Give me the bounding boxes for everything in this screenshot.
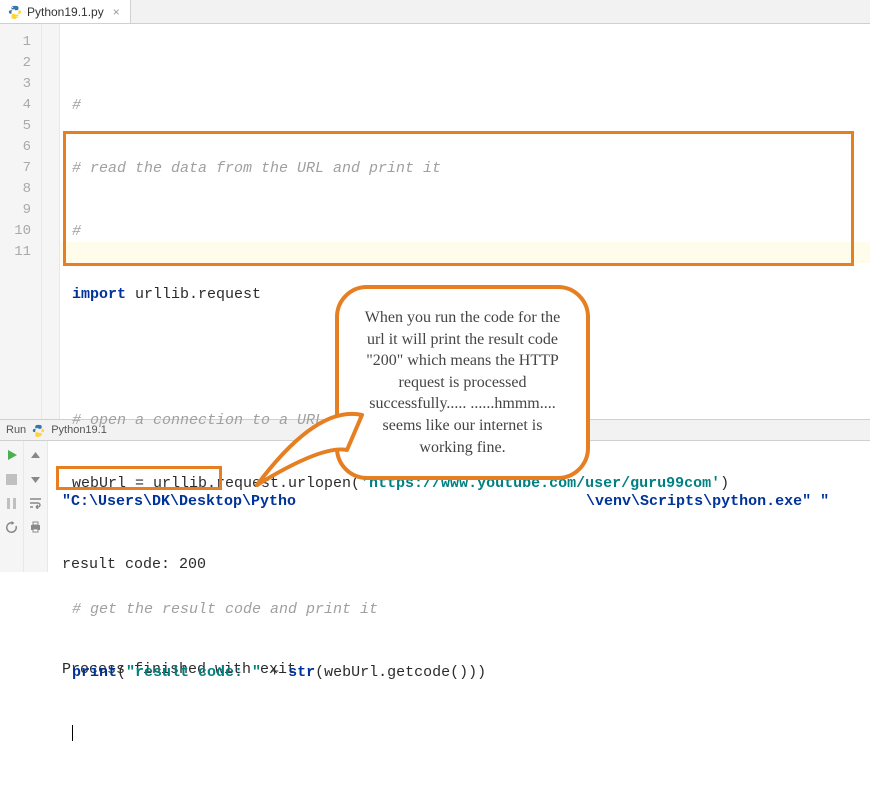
soft-wrap-button[interactable] xyxy=(28,495,44,511)
line-number: 9 xyxy=(0,200,31,221)
scroll-down-button[interactable] xyxy=(28,471,44,487)
pause-button[interactable] xyxy=(4,495,20,511)
line-number: 3 xyxy=(0,74,31,95)
python-file-icon xyxy=(8,5,22,19)
code-text: str xyxy=(288,664,315,681)
code-text: print xyxy=(72,664,117,681)
run-button[interactable] xyxy=(4,447,20,463)
code-text: ) xyxy=(720,475,729,492)
run-toolbar-right xyxy=(24,441,48,572)
line-number: 1 xyxy=(0,32,31,53)
line-number: 5 xyxy=(0,116,31,137)
tab-bar: Python19.1.py × xyxy=(0,0,870,24)
line-number: 7 xyxy=(0,158,31,179)
line-number: 11 xyxy=(0,242,31,263)
code-text: # read the data from the URL and print i… xyxy=(72,160,441,177)
line-number-gutter: 1 2 3 4 5 6 7 8 9 10 11 xyxy=(0,24,42,419)
editor-tab[interactable]: Python19.1.py × xyxy=(0,0,131,23)
print-button[interactable] xyxy=(28,519,44,535)
scroll-up-button[interactable] xyxy=(28,447,44,463)
line-number: 4 xyxy=(0,95,31,116)
code-text: + xyxy=(261,664,288,681)
callout-tail-icon xyxy=(247,395,367,495)
console-line: "C:\Users\DK\Desktop\Pytho xyxy=(62,493,296,510)
line-number: 2 xyxy=(0,53,31,74)
annotation-callout: When you run the code for the url it wil… xyxy=(335,285,590,480)
run-toolbar-left xyxy=(0,441,24,572)
callout-text: When you run the code for the url it wil… xyxy=(335,285,590,480)
run-label: Run xyxy=(6,424,26,436)
code-text: # xyxy=(72,223,81,240)
tab-filename: Python19.1.py xyxy=(27,5,104,19)
python-file-icon xyxy=(32,424,45,437)
code-text: (webUrl.getcode())) xyxy=(315,664,486,681)
restart-button[interactable] xyxy=(4,519,20,535)
code-text: import xyxy=(72,286,126,303)
text-caret xyxy=(72,725,73,741)
line-number: 8 xyxy=(0,179,31,200)
console-line: result code: 200 xyxy=(62,556,206,573)
console-line: \venv\Scripts\python.exe" " xyxy=(586,493,829,510)
close-tab-icon[interactable]: × xyxy=(113,5,120,19)
stop-button[interactable] xyxy=(4,471,20,487)
code-text: # xyxy=(72,97,81,114)
line-number: 10 xyxy=(0,221,31,242)
code-text: # get the result code and print it xyxy=(72,601,378,618)
code-text: "result code: " xyxy=(126,664,261,681)
fold-column xyxy=(42,24,60,419)
code-text: urllib.request xyxy=(126,286,261,303)
code-text: ( xyxy=(117,664,126,681)
line-number: 6 xyxy=(0,137,31,158)
